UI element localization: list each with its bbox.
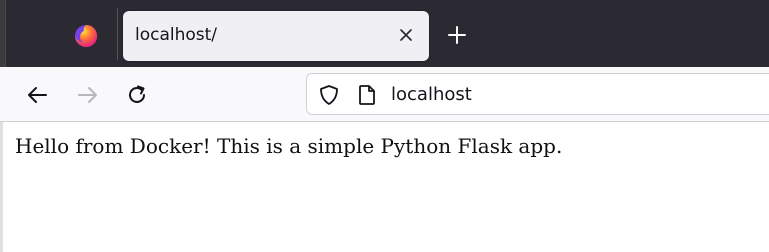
arrow-right-icon[interactable] bbox=[75, 82, 101, 108]
address-text[interactable]: localhost bbox=[391, 84, 472, 105]
shield-icon[interactable] bbox=[318, 84, 340, 106]
tab-divider bbox=[117, 8, 118, 60]
address-bar[interactable]: localhost bbox=[306, 73, 769, 115]
tab-title: localhost/ bbox=[135, 25, 218, 45]
page-icon[interactable] bbox=[357, 84, 377, 106]
page-body-text: Hello from Docker! This is a simple Pyth… bbox=[15, 134, 563, 158]
plus-icon[interactable] bbox=[446, 24, 468, 46]
arrow-left-icon[interactable] bbox=[24, 82, 50, 108]
close-icon[interactable] bbox=[397, 26, 415, 44]
tab-strip: localhost/ bbox=[0, 0, 769, 67]
content-edge bbox=[0, 122, 3, 252]
reload-icon[interactable] bbox=[124, 82, 150, 108]
firefox-icon[interactable] bbox=[72, 22, 100, 50]
navigation-toolbar: localhost bbox=[0, 67, 769, 122]
tab-localhost[interactable]: localhost/ bbox=[123, 11, 429, 61]
page-content: Hello from Docker! This is a simple Pyth… bbox=[0, 122, 769, 252]
browser-window: localhost/ localhost Hello from Docker! … bbox=[0, 0, 769, 252]
window-edge bbox=[0, 0, 6, 67]
